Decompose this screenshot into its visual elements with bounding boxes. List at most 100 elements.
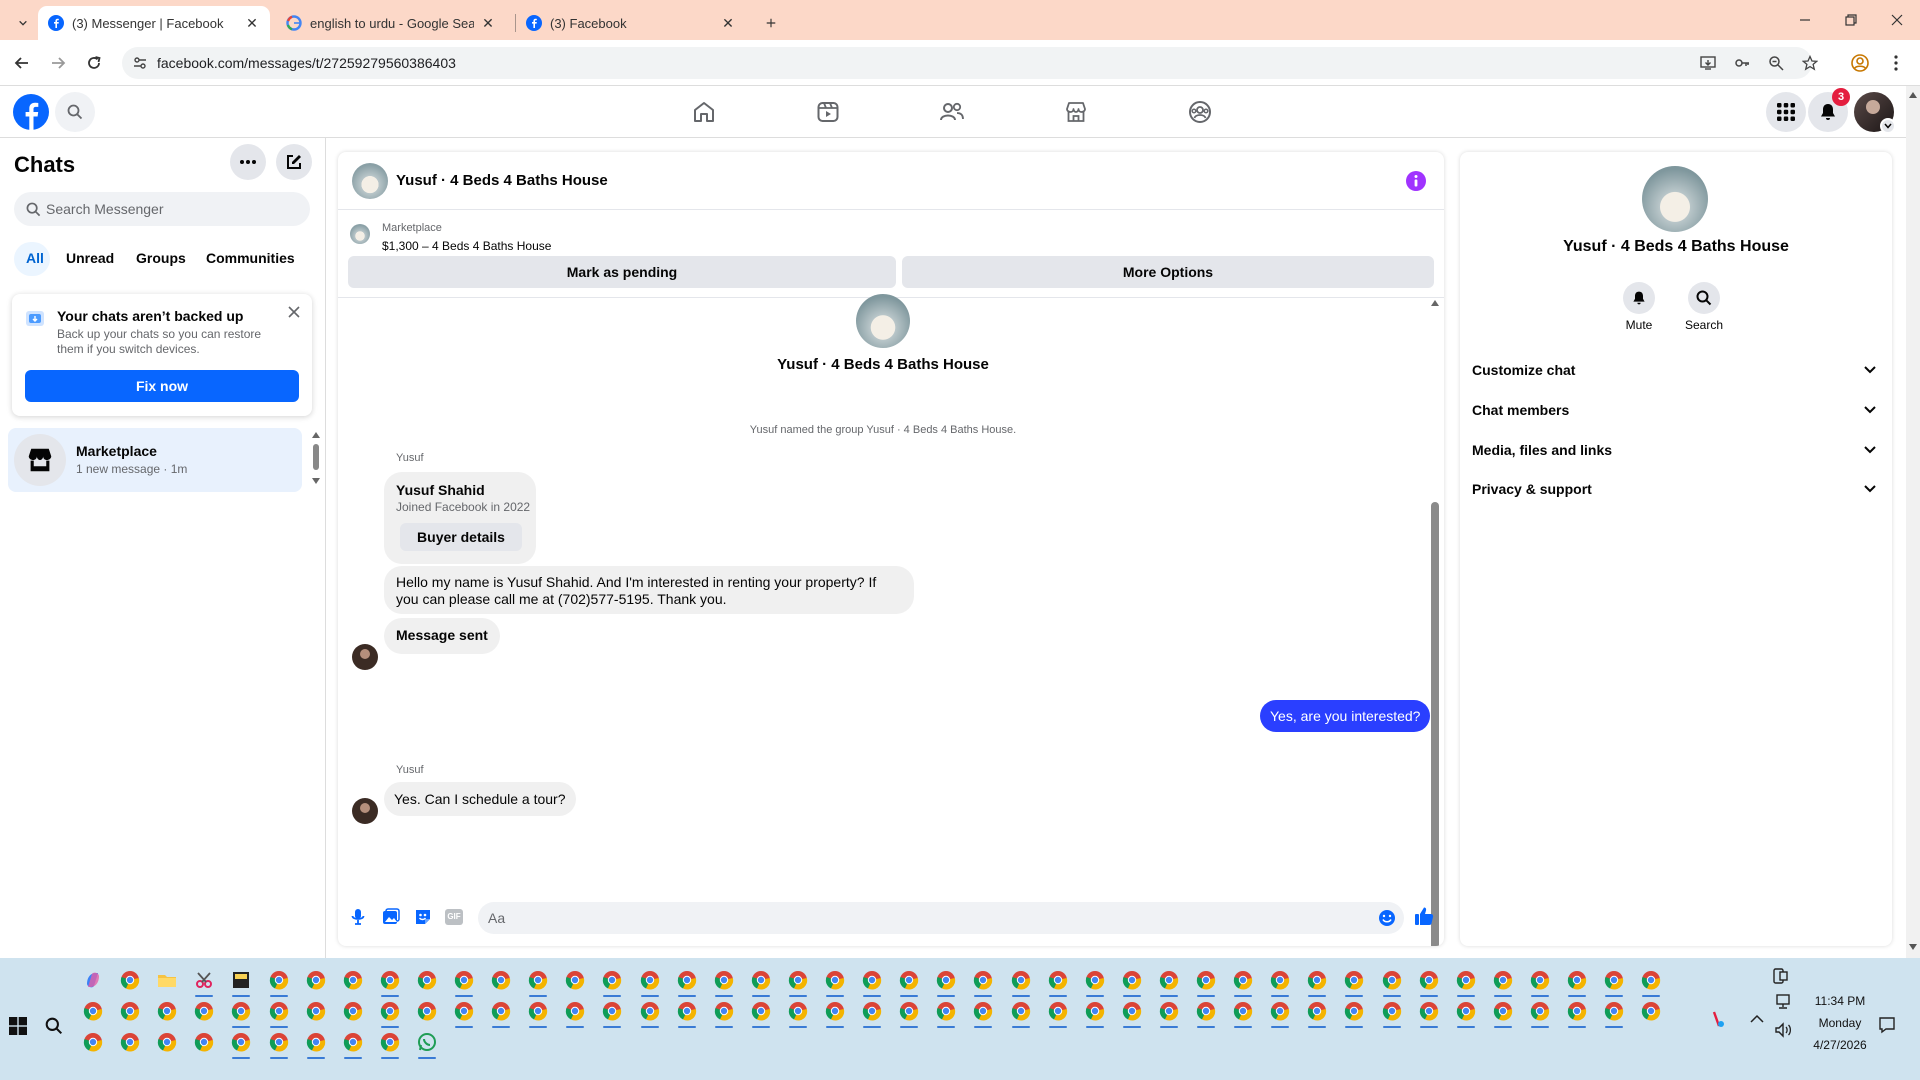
chrome-icon[interactable] [973,970,993,990]
close-window-button[interactable] [1874,0,1920,40]
chrome-icon[interactable] [1085,1001,1105,1021]
forward-button[interactable] [44,49,72,77]
photo-icon[interactable] [382,908,400,926]
notifications-button[interactable]: 3 [1808,88,1850,132]
chrome-icon[interactable] [1641,970,1661,990]
chrome-icon[interactable] [120,1001,140,1021]
install-app-icon[interactable] [1700,55,1716,71]
facebook-search-button[interactable] [55,92,95,132]
chrome-icon[interactable] [417,1001,437,1021]
chrome-icon[interactable] [751,1001,771,1021]
chrome-icon[interactable] [194,1032,214,1052]
network-icon[interactable] [1774,994,1792,1010]
chrome-icon[interactable] [1270,970,1290,990]
tab-search-button[interactable] [8,6,38,40]
notification-center-icon[interactable] [1878,1016,1896,1034]
buyer-details-button[interactable]: Buyer details [400,523,522,551]
new-tab-button[interactable] [756,6,786,40]
privacy-support-section[interactable]: Privacy & support [1472,471,1882,507]
thumbs-up-icon[interactable] [1414,906,1434,926]
chrome-icon[interactable] [194,1001,214,1021]
chrome-icon[interactable] [677,970,697,990]
emoji-icon[interactable] [1378,909,1396,927]
restore-button[interactable] [1828,0,1874,40]
chrome-icon[interactable] [936,1001,956,1021]
chat-members-section[interactable]: Chat members [1472,392,1882,428]
details-group-photo[interactable] [1642,166,1708,232]
chrome-icon[interactable] [677,1001,697,1021]
phone-link-icon[interactable] [1772,968,1788,984]
chrome-icon[interactable] [936,970,956,990]
new-message-button[interactable] [276,144,312,180]
chrome-icon[interactable] [1122,1001,1142,1021]
close-icon[interactable] [288,306,300,318]
chrome-icon[interactable] [380,970,400,990]
chrome-icon[interactable] [120,970,140,990]
chrome-icon[interactable] [825,970,845,990]
search-in-chat-button[interactable] [1688,282,1720,314]
chat-list-scrollbar[interactable] [312,432,320,484]
chrome-icon[interactable] [343,1032,363,1052]
chrome-icon[interactable] [157,1001,177,1021]
facebook-logo-icon[interactable] [13,94,49,130]
chrome-icon[interactable] [1530,970,1550,990]
info-icon[interactable] [1406,171,1426,191]
site-info-icon[interactable] [132,55,148,71]
conversation-title[interactable]: Yusuf · 4 Beds 4 Baths House [396,172,608,189]
chrome-icon[interactable] [380,1032,400,1052]
account-avatar-button[interactable] [1854,92,1896,134]
chrome-icon[interactable] [1456,970,1476,990]
chrome-icon[interactable] [380,1001,400,1021]
mute-button[interactable] [1623,282,1655,314]
chrome-icon[interactable] [1567,970,1587,990]
chrome-icon[interactable] [1307,970,1327,990]
chrome-icon[interactable] [528,970,548,990]
chrome-icon[interactable] [1122,970,1142,990]
windows-start-icon[interactable] [9,1017,27,1035]
tray-app-icon[interactable] [1710,1010,1726,1030]
menu-grid-button[interactable] [1766,92,1806,132]
chrome-icon[interactable] [306,1032,326,1052]
chrome-icon[interactable] [1159,1001,1179,1021]
chrome-icon[interactable] [1344,1001,1364,1021]
copilot-icon[interactable] [83,970,103,990]
scroll-thumb[interactable] [1431,502,1439,946]
scroll-up-icon[interactable] [1909,92,1917,98]
fix-now-button[interactable]: Fix now [25,370,299,402]
chrome-icon[interactable] [1196,970,1216,990]
chrome-icon[interactable] [1382,970,1402,990]
reload-button[interactable] [80,49,108,77]
chevron-up-icon[interactable] [1750,1014,1764,1024]
chrome-icon[interactable] [269,1032,289,1052]
chrome-icon[interactable] [306,970,326,990]
close-tab-icon[interactable]: ✕ [480,15,496,31]
profile-button[interactable] [1846,49,1874,77]
volume-icon[interactable] [1774,1022,1792,1038]
scroll-thumb[interactable] [313,444,319,470]
chrome-icon[interactable] [899,970,919,990]
chat-options-button[interactable] [230,144,266,180]
chrome-icon[interactable] [1530,1001,1550,1021]
nav-watch[interactable] [812,96,844,128]
nav-home[interactable] [688,96,720,128]
browser-menu-button[interactable] [1882,49,1910,77]
chrome-icon[interactable] [454,1001,474,1021]
chrome-icon[interactable] [491,1001,511,1021]
chrome-icon[interactable] [1567,1001,1587,1021]
chrome-icon[interactable] [1641,1001,1661,1021]
thread-scrollbar[interactable] [1430,300,1440,946]
chrome-icon[interactable] [640,970,660,990]
message-input[interactable]: Aa [478,902,1404,934]
nav-groups[interactable] [1184,96,1216,128]
scroll-up-icon[interactable] [312,432,320,438]
scroll-up-icon[interactable] [1431,300,1439,306]
group-avatar[interactable] [352,163,388,199]
address-bar[interactable]: facebook.com/messages/t/2725927956038640… [122,47,1818,79]
file-explorer-icon[interactable] [157,970,177,990]
chrome-icon[interactable] [565,970,585,990]
messenger-search-field[interactable]: Search Messenger [14,192,310,226]
back-button[interactable] [8,49,36,77]
chrome-icon[interactable] [269,970,289,990]
chrome-icon[interactable] [1307,1001,1327,1021]
chrome-icon[interactable] [454,970,474,990]
